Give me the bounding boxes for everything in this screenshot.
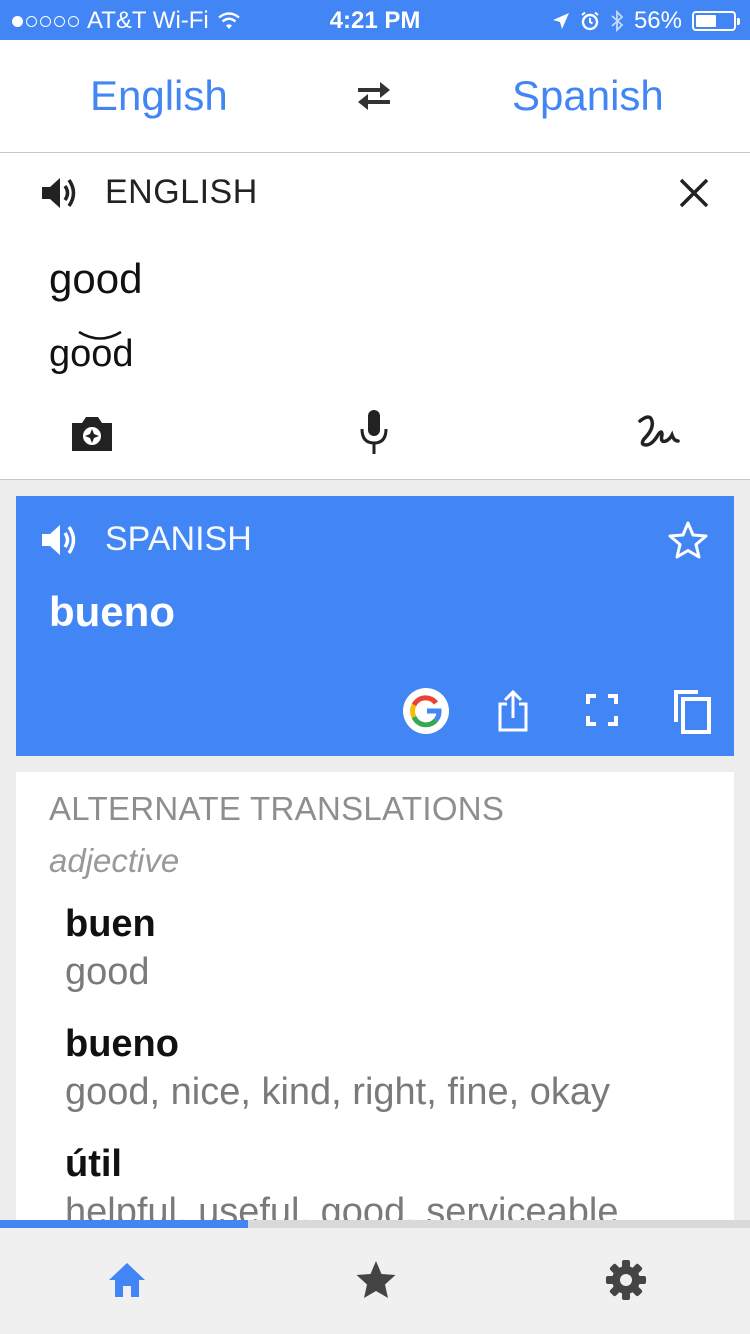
alternate-translations-title: ALTERNATE TRANSLATIONS bbox=[49, 790, 505, 827]
alternate-entry[interactable]: buen good bbox=[65, 900, 156, 996]
source-language-button[interactable]: English bbox=[90, 72, 228, 120]
alternate-entry[interactable]: útil helpful, useful, good, serviceable bbox=[65, 1140, 618, 1232]
loading-progress-fill bbox=[0, 1220, 248, 1228]
battery-percent: 56% bbox=[633, 7, 682, 34]
fullscreen-icon[interactable] bbox=[586, 694, 618, 726]
alternate-meanings: good, nice, kind, right, fine, okay bbox=[65, 1071, 610, 1113]
part-of-speech: adjective bbox=[49, 842, 180, 879]
input-language-label: ENGLISH bbox=[105, 173, 258, 211]
loading-progress-bar bbox=[0, 1220, 750, 1228]
battery-icon bbox=[692, 11, 740, 31]
alternate-word: bueno bbox=[65, 1023, 179, 1065]
status-right: 56% bbox=[552, 7, 740, 35]
translation-text: bueno bbox=[49, 588, 175, 635]
google-icon bbox=[410, 695, 442, 728]
alternate-entry[interactable]: bueno good, nice, kind, right, fine, oka… bbox=[65, 1020, 610, 1116]
alternate-meanings: good bbox=[65, 951, 150, 993]
status-bar: AT&T Wi-Fi 4:21 PM 56% bbox=[0, 0, 750, 40]
alarm-icon bbox=[581, 11, 599, 31]
close-icon[interactable] bbox=[676, 175, 712, 211]
translation-card: SPANISH bueno bbox=[16, 496, 734, 756]
star-icon[interactable] bbox=[354, 1258, 398, 1302]
speaker-icon[interactable] bbox=[40, 175, 80, 211]
home-icon[interactable] bbox=[105, 1258, 149, 1302]
alternate-word: buen bbox=[65, 903, 156, 945]
pronunciation-mark bbox=[78, 330, 122, 340]
speaker-icon[interactable] bbox=[40, 522, 80, 558]
input-card: ENGLISH good good bbox=[0, 153, 750, 480]
google-search-button[interactable] bbox=[403, 688, 449, 734]
transliteration: good bbox=[49, 330, 134, 376]
swap-languages-icon[interactable] bbox=[352, 76, 396, 116]
gear-icon[interactable] bbox=[604, 1258, 648, 1302]
location-arrow-icon bbox=[552, 13, 569, 29]
alternate-translations-card: ALTERNATE TRANSLATIONS adjective buen go… bbox=[16, 772, 734, 1232]
star-outline-icon[interactable] bbox=[668, 520, 708, 560]
language-bar: English Spanish bbox=[0, 40, 750, 153]
handwriting-icon[interactable] bbox=[636, 411, 680, 455]
share-icon[interactable] bbox=[496, 690, 530, 732]
microphone-icon[interactable] bbox=[358, 409, 390, 455]
alternate-word: útil bbox=[65, 1143, 122, 1185]
bottom-tab-bar bbox=[0, 1228, 750, 1334]
copy-icon[interactable] bbox=[668, 688, 712, 734]
target-language-button[interactable]: Spanish bbox=[512, 72, 664, 120]
translation-language-label: SPANISH bbox=[105, 520, 252, 558]
camera-icon[interactable] bbox=[70, 413, 114, 453]
input-text[interactable]: good bbox=[49, 255, 142, 303]
bluetooth-icon bbox=[611, 10, 624, 32]
